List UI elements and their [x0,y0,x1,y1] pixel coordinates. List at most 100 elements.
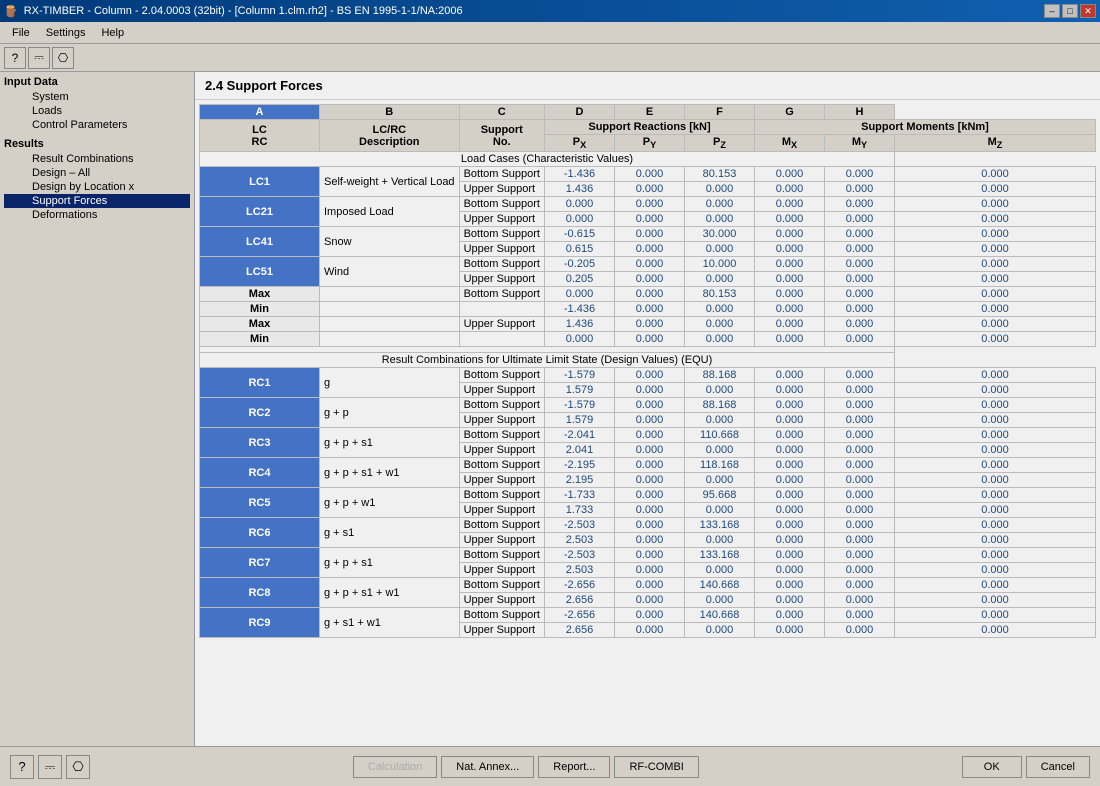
sidebar-item-system[interactable]: System [4,90,190,104]
col-header-h: H [825,105,895,120]
table-cell: 0.000 [825,518,895,533]
table-cell: 0.000 [825,212,895,227]
table-cell: 0.000 [615,548,685,563]
table-cell: 0.000 [755,563,825,578]
table-cell: 0.000 [755,623,825,638]
table-cell: 0.000 [755,398,825,413]
table-cell: 88.168 [685,368,755,383]
sidebar-item-result-combinations[interactable]: Result Combinations [4,152,190,166]
table-cell: Bottom Support [459,488,544,503]
table-cell: 0.000 [895,182,1096,197]
table-cell: Max [200,287,320,302]
rf-combi-button[interactable]: RF-COMBI [614,756,698,778]
table-cell: 0.000 [615,317,685,332]
table-cell: 0.000 [615,182,685,197]
title-bar: 🪵 RX-TIMBER - Column - 2.04.0003 (32bit)… [0,0,1100,22]
rc-id-cell: RC4 [200,458,320,488]
icon-button-2[interactable]: ⎓ [38,755,62,779]
toolbar-btn-3[interactable]: ⎔ [52,47,74,69]
calculation-button[interactable]: Calculation [353,756,437,778]
toolbar-btn-help[interactable]: ? [4,47,26,69]
table-cell: 0.000 [895,257,1096,272]
table-cell: 0.000 [685,533,755,548]
table-cell: -2.503 [545,548,615,563]
table-cell: Upper Support [459,563,544,578]
rc-id-cell: RC3 [200,428,320,458]
table-cell: Bottom Support [459,608,544,623]
table-cell: 0.000 [895,503,1096,518]
close-button[interactable]: ✕ [1080,4,1096,18]
table-cell: 0.000 [895,287,1096,302]
header-description: LC/RCDescription [320,120,460,152]
table-cell: 0.000 [895,272,1096,287]
table-cell [459,332,544,347]
table-cell: Bottom Support [459,257,544,272]
toolbar-btn-2[interactable]: ⎓ [28,47,50,69]
table-cell: 0.000 [895,473,1096,488]
table-cell: 0.000 [615,413,685,428]
table-cell: 0.000 [825,413,895,428]
rc-id-cell: RC6 [200,518,320,548]
table-cell: -2.503 [545,518,615,533]
sidebar-item-design-all[interactable]: Design – All [4,166,190,180]
ok-button[interactable]: OK [962,756,1022,778]
menu-file[interactable]: File [4,25,38,41]
table-cell: -2.656 [545,608,615,623]
table-cell: 0.000 [895,593,1096,608]
main-layout: Input Data System Loads Control Paramete… [0,72,1100,746]
table-row: RC9g + s1 + w1Bottom Support-2.6560.0001… [200,608,1096,623]
rc-desc-cell: g + p + s1 [320,548,460,578]
sidebar-item-loads[interactable]: Loads [4,104,190,118]
bottom-left-buttons: ? ⎓ ⎔ [10,755,90,779]
help-icon-button[interactable]: ? [10,755,34,779]
table-cell: 1.579 [545,383,615,398]
table-row: LC21Imposed LoadBottom Support0.0000.000… [200,197,1096,212]
table-cell: -1.436 [545,167,615,182]
title-buttons: – □ ✕ [1044,4,1096,18]
table-row: LC51WindBottom Support-0.2050.00010.0000… [200,257,1096,272]
table-cell: 0.000 [615,167,685,182]
maximize-button[interactable]: □ [1062,4,1078,18]
table-cell: 0.000 [685,473,755,488]
table-container[interactable]: A B C D E F G H LCRC LC/RCDescription Su… [195,100,1100,746]
table-cell: 0.000 [895,302,1096,317]
table-cell: 0.000 [895,578,1096,593]
lc-desc-cell: Wind [320,257,460,287]
table-cell: 0.000 [895,428,1096,443]
table-row: RC7g + p + s1Bottom Support-2.5030.00013… [200,548,1096,563]
report-button[interactable]: Report... [538,756,610,778]
table-cell: 0.000 [825,608,895,623]
table-cell: 0.000 [755,518,825,533]
icon-button-3[interactable]: ⎔ [66,755,90,779]
table-cell: 110.668 [685,428,755,443]
rc-desc-cell: g + s1 + w1 [320,608,460,638]
sidebar-item-control[interactable]: Control Parameters [4,118,190,132]
minimize-button[interactable]: – [1044,4,1060,18]
table-cell: 0.000 [755,212,825,227]
table-cell: 0.000 [825,332,895,347]
table-cell: 0.000 [615,563,685,578]
table-cell: 0.615 [545,242,615,257]
table-cell: 0.000 [825,473,895,488]
bottom-center-buttons: Calculation Nat. Annex... Report... RF-C… [353,756,699,778]
header-my: MY [825,135,895,152]
cancel-button[interactable]: Cancel [1026,756,1090,778]
table-cell: 118.168 [685,458,755,473]
table-cell: Bottom Support [459,458,544,473]
table-cell: Bottom Support [459,167,544,182]
table-cell: 80.153 [685,167,755,182]
table-cell: -2.195 [545,458,615,473]
sidebar-item-deformations[interactable]: Deformations [4,208,190,222]
menu-help[interactable]: Help [93,25,132,41]
nat-annex-button[interactable]: Nat. Annex... [441,756,534,778]
table-cell: Upper Support [459,443,544,458]
menu-settings[interactable]: Settings [38,25,94,41]
sidebar-section-results: Results [4,138,190,150]
sidebar-item-support-forces[interactable]: Support Forces [4,194,190,208]
table-cell: 0.000 [685,182,755,197]
rc-id-cell: RC5 [200,488,320,518]
table-cell: -2.041 [545,428,615,443]
table-cell: 0.000 [755,287,825,302]
table-cell: Upper Support [459,272,544,287]
sidebar-item-design-location[interactable]: Design by Location x [4,180,190,194]
